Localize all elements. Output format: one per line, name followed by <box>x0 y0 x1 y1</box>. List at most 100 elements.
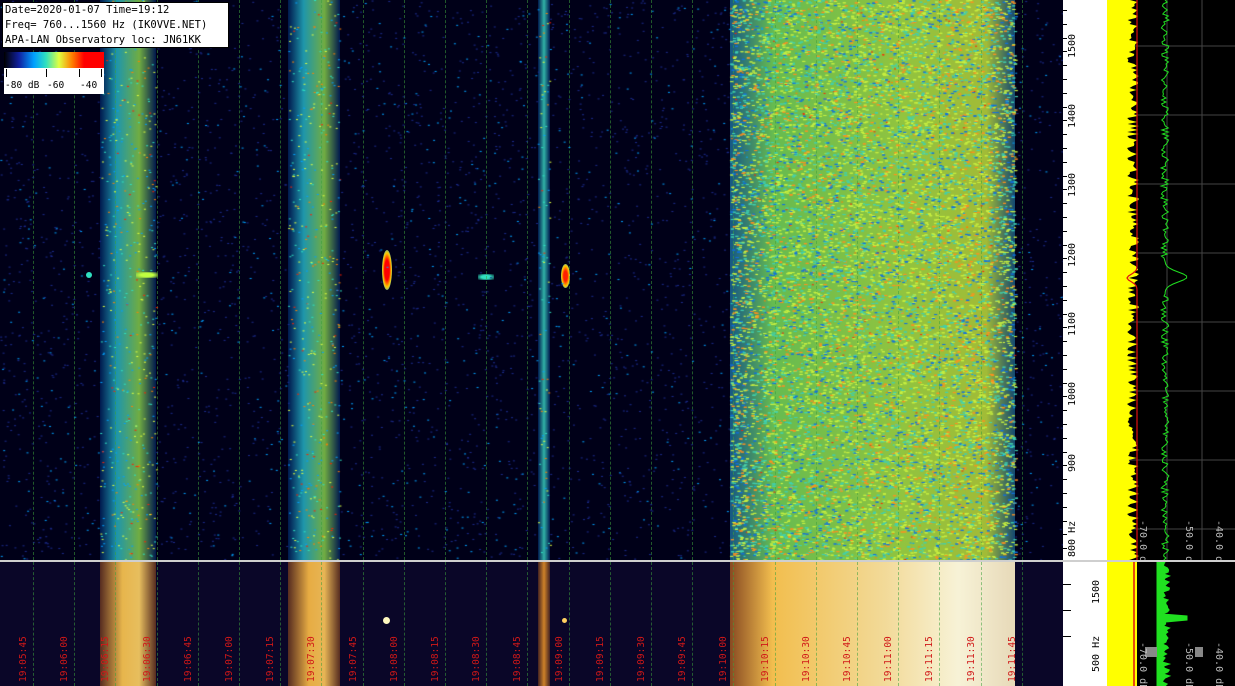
freq-minor-tick <box>1063 437 1067 439</box>
legend-tick <box>79 69 80 77</box>
freq-minor-tick <box>1063 534 1067 536</box>
db-label: -40.0 dB <box>1213 642 1224 686</box>
db-label: -70.0 dB <box>1137 520 1148 560</box>
time-grid-line <box>1021 0 1023 560</box>
meteor-trail-band <box>538 562 550 686</box>
db-label: -40.0 dB <box>1213 520 1224 560</box>
time-grid-line <box>568 0 570 560</box>
time-grid-line <box>1021 562 1023 686</box>
yellow-spectrum-fill <box>1107 0 1139 560</box>
time-label: 19:08:15 <box>430 636 441 682</box>
meteor-trail-band <box>538 0 550 560</box>
time-label: 19:08:45 <box>512 636 524 682</box>
freq-minor-tick <box>1063 548 1067 550</box>
time-grid-line <box>609 562 611 686</box>
freq-label: 1400 <box>1067 103 1078 128</box>
freq-minor-tick <box>1063 244 1067 246</box>
time-grid-line <box>980 0 982 560</box>
yellow-spectrum-fill <box>1107 562 1137 686</box>
freq-minor-tick <box>1063 161 1067 163</box>
legend-tick <box>101 69 102 77</box>
time-grid-line <box>980 562 982 686</box>
color-scale-bar <box>4 52 104 68</box>
time-grid-line <box>898 562 900 686</box>
freq-minor-tick <box>1063 465 1067 467</box>
time-label: 19:08:30 <box>471 636 483 682</box>
meteor-echo-spot <box>562 618 567 623</box>
freq-minor-tick <box>1063 368 1067 370</box>
time-label: 19:06:15 <box>100 636 112 682</box>
time-label: 19:07:15 <box>265 636 277 682</box>
time-grid-line <box>815 562 817 686</box>
time-label: 19:09:00 <box>553 636 565 682</box>
freq-minor-tick <box>1063 479 1067 481</box>
meteor-trail-band <box>730 0 1015 560</box>
time-grid-line <box>74 562 76 686</box>
freq-minor-tick <box>1063 37 1067 39</box>
freq-minor-tick <box>1063 65 1067 67</box>
time-grid-line <box>239 0 240 560</box>
time-grid-line <box>692 0 694 560</box>
freq-minor-tick <box>1063 148 1067 149</box>
time-grid-line <box>321 0 323 560</box>
time-grid-line <box>403 562 405 686</box>
freq-minor-tick <box>1063 286 1067 287</box>
time-label: 19:10:00 <box>718 636 730 682</box>
time-label: 19:11:45 <box>1006 636 1018 682</box>
freq-minor-tick <box>1063 175 1067 177</box>
freq-minor-tick <box>1063 313 1067 315</box>
time-grid-line <box>898 0 900 560</box>
spectrum-panel: -70.0 dB -50.0 dB -40.0 dB <box>1107 0 1235 560</box>
legend-tick <box>46 69 47 77</box>
freq-label: 1200 <box>1067 242 1078 267</box>
freq-minor-tick <box>1063 327 1067 329</box>
time-label: 19:10:45 <box>842 636 853 682</box>
freq-minor-tick <box>1063 272 1067 274</box>
time-grid-line <box>156 0 158 560</box>
time-grid-line <box>857 0 858 560</box>
freq-minor-tick <box>1063 79 1067 80</box>
freq-minor-tick <box>1063 424 1067 425</box>
time-grid-line <box>115 562 117 686</box>
time-grid-line <box>445 0 446 560</box>
legend-label-mid: -60 <box>47 80 65 91</box>
info-box: Date=2020-01-07 Time=19:12 Freq= 760...1… <box>2 2 229 48</box>
freq-minor-tick <box>1063 355 1067 356</box>
time-label: 19:07:00 <box>224 636 235 682</box>
time-grid-line <box>362 562 364 686</box>
spectrum-plot <box>1107 0 1235 560</box>
freq-tick <box>1063 636 1071 637</box>
meteor-echo-spot <box>86 272 92 278</box>
time-grid-line <box>362 0 364 560</box>
time-grid-line <box>733 562 735 686</box>
time-grid-line <box>815 0 817 560</box>
time-label: 19:09:30 <box>636 636 647 682</box>
time-grid-line <box>197 0 199 560</box>
legend-label-low: -80 dB <box>5 80 40 91</box>
time-grid-line <box>280 0 282 560</box>
time-grid-line <box>733 0 735 560</box>
freq-label: 1000 <box>1067 381 1078 406</box>
freq-minor-tick <box>1063 23 1067 25</box>
time-grid-line <box>445 562 446 686</box>
time-label: 19:06:45 <box>182 636 194 682</box>
waterfall-compressed[interactable]: 19:05:45 19:06:00 19:06:15 19:06:30 19:06:45… <box>0 562 1063 686</box>
freq-minor-tick <box>1063 520 1067 522</box>
level-marker <box>1195 647 1203 657</box>
freq-minor-tick <box>1063 451 1067 453</box>
time-grid-line <box>692 562 694 686</box>
time-label: 19:11:00 <box>883 636 895 682</box>
freq-minor-tick <box>1063 120 1067 122</box>
meteor-trail-band <box>288 0 340 560</box>
time-label: 19:11:15 <box>924 636 936 682</box>
waterfall-main[interactable] <box>0 0 1063 560</box>
time-grid-line <box>33 562 34 686</box>
freq-minor-tick <box>1063 230 1067 232</box>
freq-minor-tick <box>1063 382 1067 384</box>
freq-label: 1100 <box>1067 311 1078 336</box>
freq-minor-tick <box>1063 134 1067 136</box>
freq-minor-tick <box>1063 341 1067 343</box>
freq-minor-tick <box>1063 493 1067 494</box>
freq-minor-tick <box>1063 506 1067 508</box>
meteor-echo-spot <box>382 250 392 290</box>
